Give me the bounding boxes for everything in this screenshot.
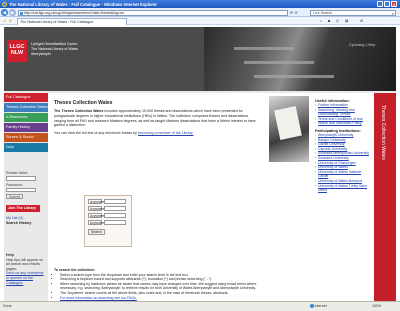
search-row: Anywhere (88, 213, 128, 218)
back-button[interactable]: ◀ (1, 9, 8, 16)
faq-link[interactable]: For more information on searching see ou… (60, 296, 137, 300)
search-icon[interactable]: ⌕ (392, 11, 394, 16)
feeds-icon[interactable]: ◙ (328, 19, 330, 23)
useful-link[interactable]: Searching, Viewing and Downloading These… (315, 108, 371, 117)
login-form: Reader ticket: Password: Submit (6, 169, 46, 199)
help-box: Help Help tips will appear on all search… (6, 253, 46, 285)
search-instructions: To search the collection: Select a searc… (54, 268, 259, 300)
nav-item-theses[interactable]: Theses Collection Wales (4, 103, 48, 112)
field-select[interactable]: Anywhere (88, 220, 104, 225)
search-row: Anywhere (88, 199, 128, 204)
search-term-input[interactable] (104, 220, 126, 225)
header-library-photo (204, 27, 396, 91)
search-row: Anywhere (88, 206, 128, 211)
help-feedback-link[interactable]: Send us any comments or queries on the C… (6, 271, 44, 284)
search-button[interactable]: Search (88, 229, 105, 235)
institution-link[interactable]: University of Wales Institute Cardiff (315, 170, 371, 179)
nav-item-full-catalogue[interactable]: Full Catalogue (4, 93, 48, 102)
web-page: LLGC NLW Llyfrgell Genedlaethol Cymru Th… (0, 25, 400, 301)
favorites-bar: ★ ✚ The National Library of Wales : Full… (0, 17, 400, 25)
view-paragraph: You can view the full text of any electr… (54, 131, 260, 136)
password-label: Password: (6, 182, 23, 187)
window-titlebar: The National Library of Wales : Full Cat… (0, 0, 400, 8)
nav-item-nolo[interactable]: Nolo (4, 143, 48, 152)
globe-icon (310, 304, 314, 308)
page-menu-icon[interactable]: ▤ (345, 19, 348, 23)
field-select[interactable]: Anywhere (88, 213, 104, 218)
vertical-title: Theses Collection Wales (380, 105, 386, 160)
status-text: Done (3, 304, 12, 308)
search-term-input[interactable] (104, 199, 126, 204)
nav-item-family-history[interactable]: Family History (4, 123, 48, 132)
field-select[interactable]: Anywhere (88, 206, 104, 211)
print-icon[interactable]: ⎙ (336, 19, 339, 23)
tools-menu-icon[interactable]: ⚙ (360, 19, 363, 23)
field-select[interactable]: Anywhere (88, 199, 104, 204)
add-favorite-icon[interactable]: ✚ (9, 19, 12, 23)
site-logo[interactable]: LLGC NLW (7, 40, 27, 62)
useful-info-list: Further information Searching, Viewing a… (315, 103, 371, 126)
status-bar: Done Internet 100% (0, 301, 400, 311)
window-title: The National Library of Wales : Full Cat… (9, 1, 158, 7)
useful-link[interactable]: Notice and Takedown Policy (315, 121, 371, 126)
security-zone: Internet (310, 302, 327, 311)
password-input[interactable] (6, 187, 36, 192)
view-text: You can view the full text of any electr… (54, 131, 137, 136)
institution-link[interactable]: University of Wales Trinity Saint David (315, 184, 371, 193)
book-photo (269, 96, 309, 162)
tab-label: The National Library of Wales : Full Cat… (20, 19, 94, 24)
institutions-list: Aberystwyth University Bangor University… (315, 133, 371, 193)
right-sidebar: Useful information: Further information … (312, 93, 374, 301)
intro-paragraph: The Theses Collection Wales includes app… (54, 109, 260, 128)
nav-item-screen-sound[interactable]: Screen & Sound (4, 133, 48, 142)
address-bar: ◀ ▶ http://cat.llgc.org.uk/cgi-bin/gw/ch… (0, 8, 400, 17)
zone-label: Internet (314, 304, 327, 308)
search-row: Anywhere (88, 220, 128, 225)
page-icon (20, 11, 23, 15)
favorites-star-icon[interactable]: ★ (3, 19, 6, 23)
site-header: LLGC NLW Llyfrgell Genedlaethol Cymru Th… (4, 27, 396, 91)
org-line: Aberystwyth (31, 52, 51, 56)
reader-ticket-label: Reader ticket: (6, 171, 29, 175)
page-title: Theses Collection Wales (54, 100, 113, 106)
search-history-link[interactable]: Search History (6, 221, 31, 226)
browser-logo-icon (2, 1, 7, 7)
zoom-level[interactable]: 100% (372, 302, 381, 311)
search-term-input[interactable] (104, 213, 126, 218)
search-term-input[interactable] (104, 206, 126, 211)
forward-button[interactable]: ▶ (9, 9, 16, 16)
organisation-name: Llyfrgell Genedlaethol Cymru The Nationa… (31, 42, 78, 57)
join-library-button[interactable]: Join The Library (6, 205, 40, 212)
search-placeholder: Live Search (313, 10, 332, 15)
nav-item-e-resources[interactable]: e-Resources (4, 113, 48, 122)
language-help-links[interactable]: Cymraeg | Help (349, 43, 375, 47)
maximize-button[interactable]: □ (384, 1, 390, 7)
browser-tab[interactable]: The National Library of Wales : Full Cat… (17, 17, 127, 25)
url-text: http://cat.llgc.org.uk/cgi-bin/gw/chamel… (24, 10, 125, 15)
minimize-button[interactable]: – (377, 1, 383, 7)
reader-ticket-input[interactable] (6, 176, 36, 181)
page-container: LLGC NLW Llyfrgell Genedlaethol Cymru Th… (4, 27, 396, 301)
left-links: My List (0) Search History (6, 216, 31, 226)
book-photo-column (266, 93, 312, 301)
close-button[interactable]: × (391, 1, 397, 7)
home-icon[interactable]: ⌂ (320, 19, 322, 23)
left-navigation: Full Catalogue Theses Collection Wales e… (4, 93, 48, 153)
search-panel: Anywhere Anywhere Anywhere Anywhere Sear… (84, 195, 132, 247)
membership-link[interactable]: becoming a member of the Library. (138, 131, 193, 135)
browser-search-input[interactable]: Live Search ⌕ (310, 9, 396, 16)
url-input[interactable]: http://cat.llgc.org.uk/cgi-bin/gw/chamel… (18, 9, 288, 16)
main-content: Theses Collection Wales The Theses Colle… (48, 93, 266, 301)
submit-button[interactable]: Submit (6, 194, 24, 199)
refresh-stop-icons[interactable]: ⟳ ✕ (290, 10, 298, 15)
list-item: For more information on searching see ou… (60, 296, 259, 301)
intro-bold: The Theses Collection Wales (54, 109, 104, 113)
list-item: When searching by institution please be … (60, 282, 259, 291)
help-text: Help tips will appear on all search and … (6, 257, 44, 271)
instructions-list: Select a search-type from the dropdown a… (60, 273, 259, 301)
